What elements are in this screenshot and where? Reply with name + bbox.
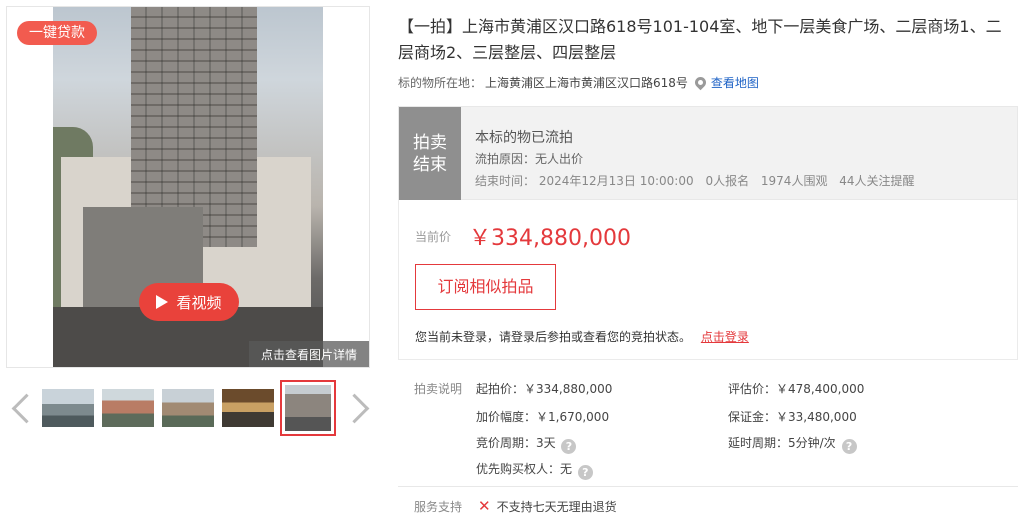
thumbnail-selected[interactable] xyxy=(280,380,336,436)
view-map-link[interactable]: 查看地图 xyxy=(711,74,759,91)
service-text: 不支持七天无理由退货 xyxy=(496,500,617,514)
delay-period: 延时周期：5分钟/次 ? xyxy=(728,434,857,454)
item-location: 标的物所在地： 上海黄浦区上海市黄浦区汉口路618号 查看地图 xyxy=(398,74,759,91)
chevron-right-icon[interactable] xyxy=(346,390,366,424)
priority-buyer-text: 优先购买权人：无 xyxy=(476,462,573,476)
auction-params: 拍卖说明 起拍价：￥334,880,000 评估价：￥478,400,000 加… xyxy=(398,368,1018,480)
deposit: 保证金：￥33,480,000 xyxy=(728,410,857,424)
location-label: 标的物所在地： xyxy=(398,76,483,90)
thumbnail[interactable] xyxy=(42,389,94,427)
location-pin-icon xyxy=(692,74,709,91)
thumbnail[interactable] xyxy=(222,389,274,427)
subscribe-similar-button[interactable]: 订阅相似拍品 xyxy=(415,264,556,310)
auction-status-panel: 拍卖结束 本标的物已流拍 流拍原因：无人出价 结束时间： 2024年12月13日… xyxy=(398,106,1018,200)
bid-period: 竞价周期：3天 ? xyxy=(476,434,577,454)
status-reason: 流拍原因：无人出价 xyxy=(475,152,584,166)
play-icon xyxy=(156,295,169,309)
status-main-text: 本标的物已流拍 xyxy=(475,130,573,146)
login-tip: 您当前未登录，请登录后参拍或查看您的竞拍状态。 点击登录 xyxy=(415,328,749,345)
thumbnail[interactable] xyxy=(162,389,214,427)
service-label: 服务支持 xyxy=(414,500,463,514)
auction-ended-tag: 拍卖结束 xyxy=(399,107,461,200)
watcher-count: 44人关注提醒 xyxy=(839,174,915,188)
thumbnail-strip xyxy=(6,380,370,436)
question-circle-icon[interactable]: ? xyxy=(577,465,593,480)
login-tip-text: 您当前未登录，请登录后参拍或查看您的竞拍状态。 xyxy=(415,330,692,344)
status-meta: 结束时间： 2024年12月13日 10:00:00 0人报名 1974人围观 … xyxy=(475,172,923,189)
current-price-label: 当前价 xyxy=(415,230,452,244)
bid-period-text: 竞价周期：3天 xyxy=(476,436,556,450)
item-title: 【一拍】上海市黄浦区汉口路618号101-104室、地下一层美食广场、二层商场1… xyxy=(398,17,1002,62)
appraisal-price: 评估价：￥478,400,000 xyxy=(728,382,865,396)
end-time: 结束时间： 2024年12月13日 10:00:00 xyxy=(475,174,694,188)
auction-params-label: 拍卖说明 xyxy=(414,382,463,396)
service-support: 服务支持 ✕ 不支持七天无理由退货 xyxy=(414,498,617,515)
bid-increment: 加价幅度：￥1,670,000 xyxy=(476,410,610,424)
delay-period-text: 延时周期：5分钟/次 xyxy=(728,436,836,450)
view-image-details-button[interactable]: 点击查看图片详情 xyxy=(249,341,369,367)
watch-video-button[interactable]: 看视频 xyxy=(139,283,239,321)
divider xyxy=(398,486,1018,487)
price-panel: 当前价 ￥334,880,000 订阅相似拍品 您当前未登录，请登录后参拍或查看… xyxy=(398,200,1018,360)
thumbnail[interactable] xyxy=(102,389,154,427)
signup-count: 0人报名 xyxy=(705,174,750,188)
question-circle-icon[interactable]: ? xyxy=(561,439,577,454)
question-circle-icon[interactable]: ? xyxy=(841,439,857,454)
start-price: 起拍价：￥334,880,000 xyxy=(476,382,613,396)
viewer-count: 1974人围观 xyxy=(760,174,828,188)
chevron-left-icon[interactable] xyxy=(8,390,28,424)
priority-buyer: 优先购买权人：无 ? xyxy=(476,460,593,480)
cross-icon: ✕ xyxy=(478,497,491,515)
loan-badge[interactable]: 一键贷款 xyxy=(17,21,97,45)
image-gallery: 一键贷款 看视频 点击查看图片详情 xyxy=(6,6,370,368)
watch-video-label: 看视频 xyxy=(176,293,222,312)
location-address: 上海黄浦区上海市黄浦区汉口路618号 xyxy=(485,76,688,90)
login-link[interactable]: 点击登录 xyxy=(701,330,749,344)
current-price: ￥334,880,000 xyxy=(469,226,631,251)
